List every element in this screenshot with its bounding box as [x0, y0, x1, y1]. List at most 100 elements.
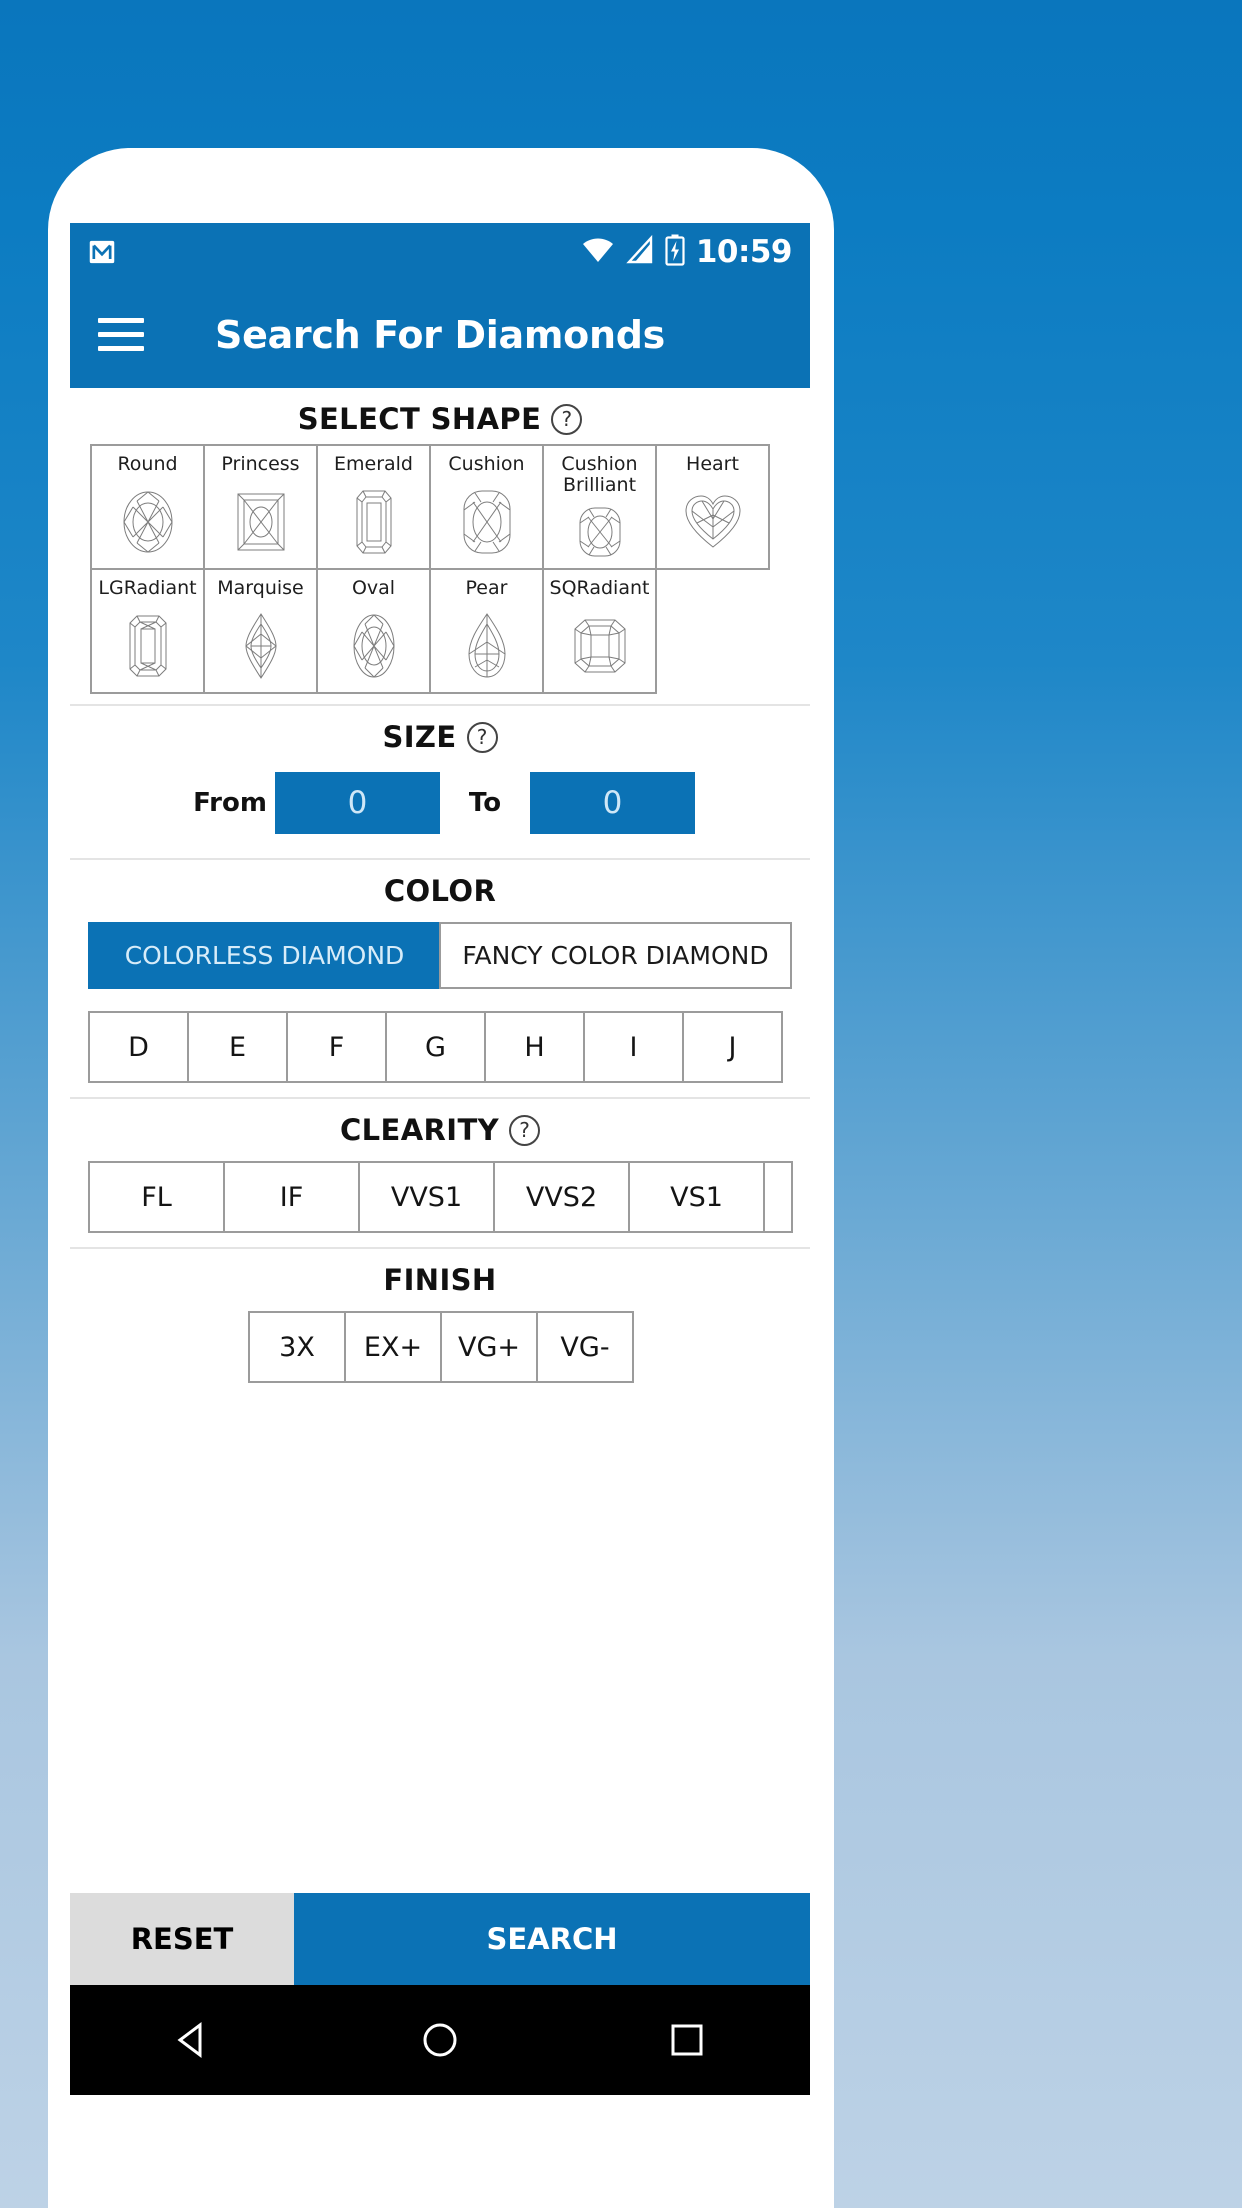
android-nav-bar [70, 1985, 810, 2095]
clarity-grade-option[interactable]: FL [88, 1161, 225, 1233]
recents-square-icon[interactable] [665, 2018, 709, 2062]
lgradiant-diamond-icon [127, 599, 169, 692]
shape-label: Heart [686, 453, 739, 475]
cell-signal-icon [626, 234, 654, 269]
back-triangle-icon[interactable] [171, 2018, 215, 2062]
section-title: COLOR [383, 874, 497, 908]
section-header-clarity: CLEARITY ? [70, 1099, 810, 1155]
filter-form: SELECT SHAPE ? Round Princess Emerald Cu… [70, 388, 810, 1893]
finish-grade-option[interactable]: VG- [536, 1311, 634, 1383]
shape-label: Pear [465, 577, 508, 599]
color-grade-option[interactable]: J [682, 1011, 783, 1083]
gmail-icon [88, 238, 116, 266]
wifi-icon [581, 235, 615, 269]
size-from-input[interactable]: 0 [275, 772, 440, 834]
color-grade-option[interactable]: E [187, 1011, 288, 1083]
toggle-fancy-color-diamond[interactable]: FANCY COLOR DIAMOND [439, 922, 792, 989]
section-header-size: SIZE ? [70, 706, 810, 762]
section-title: CLEARITY [339, 1113, 500, 1147]
size-from-label: From [193, 788, 267, 818]
question-mark-help-icon[interactable]: ? [509, 1114, 541, 1146]
shape-label: Oval [351, 577, 396, 599]
color-grade-option[interactable]: G [385, 1011, 486, 1083]
marquise-diamond-icon [242, 599, 280, 692]
color-grade-strip: D E F G H I J [70, 1005, 810, 1097]
shape-option-heart[interactable]: Heart [655, 444, 770, 570]
shape-option-lgradiant[interactable]: LGRadiant [90, 568, 205, 694]
phone-screen: 10:59 Search For Diamonds SELECT SHAPE ? [70, 223, 810, 2208]
size-range-row: From 0 To 0 [70, 762, 810, 858]
toggle-colorless-diamond[interactable]: COLORLESS DIAMOND [88, 922, 441, 989]
section-clarity: CLEARITY ? FL IF VVS1 VVS2 VS1 [70, 1099, 810, 1249]
emerald-diamond-icon [354, 475, 394, 568]
question-mark-help-icon[interactable]: ? [466, 721, 498, 753]
status-bar: 10:59 [70, 223, 810, 281]
action-bar: RESET SEARCH [70, 1893, 810, 1985]
shape-label: Cushion Brilliant [561, 453, 638, 497]
status-time: 10:59 [695, 233, 793, 270]
shape-option-oval[interactable]: Oval [316, 568, 431, 694]
section-finish: FINISH 3X EX+ VG+ VG- [70, 1249, 810, 1397]
shape-option-sqradiant[interactable]: SQRadiant [542, 568, 657, 694]
section-title: SELECT SHAPE [297, 402, 542, 436]
cushion-brilliant-diamond-icon [577, 497, 623, 568]
size-to-input[interactable]: 0 [530, 772, 695, 834]
clarity-grade-option[interactable]: VVS2 [493, 1161, 630, 1233]
reset-button[interactable]: RESET [70, 1893, 294, 1985]
size-to-label: To [468, 788, 502, 818]
shape-label: Cushion [448, 453, 525, 475]
section-header-finish: FINISH [70, 1249, 810, 1305]
color-grade-option[interactable]: F [286, 1011, 387, 1083]
shape-label: Princess [221, 453, 300, 475]
finish-grade-option[interactable]: 3X [248, 1311, 346, 1383]
shape-option-marquise[interactable]: Marquise [203, 568, 318, 694]
shape-option-princess[interactable]: Princess [203, 444, 318, 570]
shape-grid: Round Princess Emerald Cushion Cushion B… [70, 444, 810, 704]
oval-diamond-icon [351, 599, 397, 692]
home-circle-icon[interactable] [418, 2018, 462, 2062]
shape-option-emerald[interactable]: Emerald [316, 444, 431, 570]
princess-diamond-icon [233, 475, 289, 568]
color-type-toggle-group: COLORLESS DIAMOND FANCY COLOR DIAMOND [70, 916, 810, 1005]
clarity-grade-strip: FL IF VVS1 VVS2 VS1 [70, 1155, 810, 1247]
section-header-shape: SELECT SHAPE ? [70, 388, 810, 444]
section-title: FINISH [383, 1263, 497, 1297]
shape-label: SQRadiant [549, 577, 650, 599]
question-mark-help-icon[interactable]: ? [551, 403, 583, 435]
section-select-shape: SELECT SHAPE ? Round Princess Emerald Cu… [70, 388, 810, 706]
page-title: Search For Diamonds [215, 312, 665, 357]
shape-option-round[interactable]: Round [90, 444, 205, 570]
clarity-grade-option-overflow[interactable] [763, 1161, 793, 1233]
app-bar: Search For Diamonds [70, 281, 810, 388]
shape-row: LGRadiant Marquise Oval Pear SQRadiant [90, 568, 790, 694]
finish-grade-option[interactable]: EX+ [344, 1311, 442, 1383]
shape-option-pear[interactable]: Pear [429, 568, 544, 694]
shape-option-cushion[interactable]: Cushion [429, 444, 544, 570]
shape-row: Round Princess Emerald Cushion Cushion B… [90, 444, 790, 570]
clarity-grade-option[interactable]: VVS1 [358, 1161, 495, 1233]
phone-mockup-shell: 10:59 Search For Diamonds SELECT SHAPE ? [48, 148, 834, 2208]
round-diamond-icon [120, 475, 176, 568]
sqradiant-diamond-icon [572, 599, 628, 692]
shape-label: Round [117, 453, 178, 475]
shape-label: Marquise [217, 577, 304, 599]
color-grade-option[interactable]: H [484, 1011, 585, 1083]
finish-grade-option[interactable]: VG+ [440, 1311, 538, 1383]
pear-diamond-icon [465, 599, 509, 692]
section-title: SIZE [382, 720, 457, 754]
heart-diamond-icon [683, 475, 743, 568]
finish-grade-strip: 3X EX+ VG+ VG- [70, 1305, 810, 1397]
clarity-grade-option[interactable]: IF [223, 1161, 360, 1233]
battery-charging-icon [665, 234, 685, 270]
search-button[interactable]: SEARCH [294, 1893, 810, 1985]
color-grade-option[interactable]: D [88, 1011, 189, 1083]
shape-label: LGRadiant [98, 577, 197, 599]
color-grade-option[interactable]: I [583, 1011, 684, 1083]
section-color: COLOR COLORLESS DIAMOND FANCY COLOR DIAM… [70, 860, 810, 1099]
clarity-grade-option[interactable]: VS1 [628, 1161, 765, 1233]
shape-option-cushion-brilliant[interactable]: Cushion Brilliant [542, 444, 657, 570]
section-header-color: COLOR [70, 860, 810, 916]
cushion-diamond-icon [461, 475, 513, 568]
shape-label: Emerald [334, 453, 413, 475]
section-size: SIZE ? From 0 To 0 [70, 706, 810, 860]
